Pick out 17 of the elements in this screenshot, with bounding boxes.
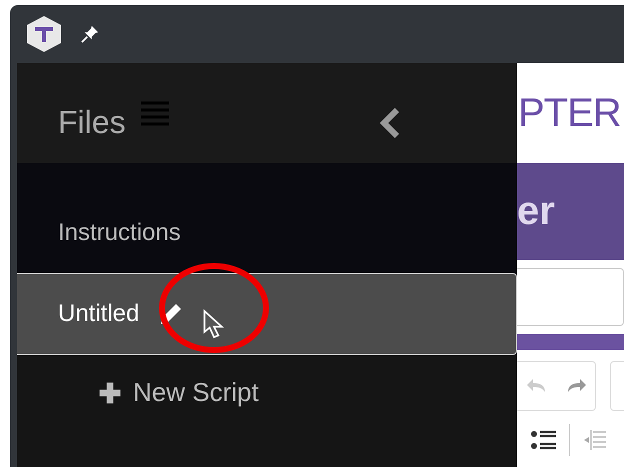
- file-item[interactable]: Untitled: [17, 273, 517, 355]
- chevron-left-icon[interactable]: [379, 107, 401, 139]
- select-field[interactable]: [517, 268, 624, 326]
- file-item[interactable]: Instructions: [17, 193, 517, 273]
- file-name: Instructions: [58, 219, 181, 247]
- logo-text: PTER: [518, 90, 621, 136]
- undo-redo-button-group[interactable]: [517, 361, 596, 411]
- app-logo-icon: [27, 16, 61, 52]
- pin-icon[interactable]: [81, 25, 99, 43]
- plus-icon: [97, 380, 123, 406]
- new-script-button[interactable]: New Script: [97, 377, 259, 408]
- pencil-icon[interactable]: [159, 302, 184, 326]
- bullet-list-icon[interactable]: [531, 429, 557, 451]
- outdent-icon[interactable]: [582, 429, 608, 451]
- file-name: Untitled: [58, 300, 140, 328]
- sidebar-title: Files: [58, 104, 126, 140]
- page-header: er: [517, 163, 624, 260]
